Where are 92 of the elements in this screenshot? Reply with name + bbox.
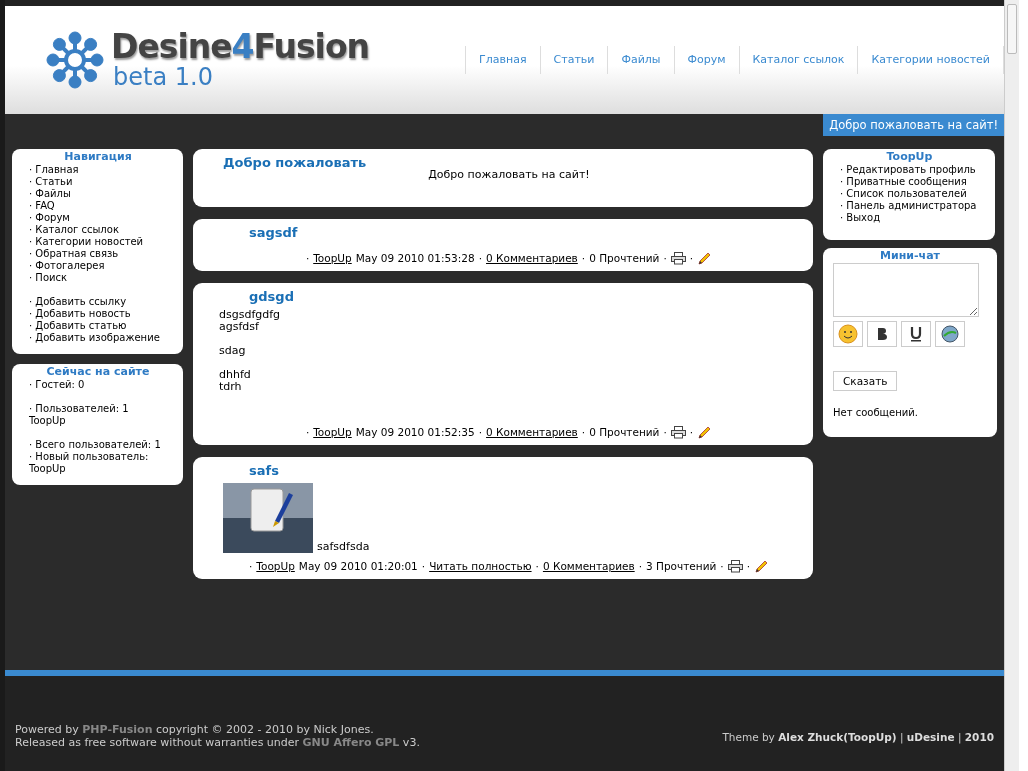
nav-menu-link[interactable]: · Фотогалерея — [29, 260, 167, 272]
separator-dot: · — [478, 252, 483, 264]
panel-title: ToopUp — [885, 151, 934, 163]
separator-dot: · — [249, 560, 253, 572]
submit-button[interactable]: Сказать — [833, 371, 898, 391]
stat-text: · Всего пользователей: 1 — [29, 439, 162, 451]
news-text: dsgsdfgdfg agsfdsf — [219, 309, 282, 333]
news-title[interactable]: gdsgd — [219, 283, 799, 303]
separator-dot: · — [581, 426, 586, 438]
stat-text: · Новый пользователь: ToopUp — [29, 451, 150, 475]
nav-link[interactable]: Статьи — [539, 46, 608, 74]
stat-text: · Гостей: 0 — [29, 379, 86, 391]
scrollbar[interactable] — [1004, 0, 1019, 771]
stat-text: ToopUp — [29, 415, 67, 427]
pencil-icon[interactable] — [697, 251, 713, 265]
nav-menu-link[interactable]: · Форум — [29, 212, 167, 224]
panel-title: Навигация — [63, 151, 133, 163]
user-menu-link[interactable]: · Список пользователей — [840, 188, 979, 200]
meta-text: 3 Прочтений — [646, 560, 717, 572]
panel-title: Мини-чат — [879, 250, 941, 262]
nav-link[interactable]: Форум — [673, 46, 739, 74]
meta-text: May 09 2010 01:53:28 — [355, 252, 475, 264]
nav-menu-link[interactable]: · Файлы — [29, 188, 167, 200]
print-icon[interactable] — [670, 251, 686, 265]
separator-dot: · — [421, 560, 426, 572]
logo-subtitle: beta 1.0 — [113, 64, 214, 90]
user-menu-link[interactable]: · Редактировать профиль — [840, 164, 979, 176]
nav-menu-link[interactable]: · FAQ — [29, 200, 167, 212]
meta-link[interactable]: ToopUp — [313, 252, 352, 264]
separator-dot: · — [689, 252, 694, 264]
separator-dot: · — [663, 252, 667, 264]
meta-link[interactable]: ToopUp — [313, 426, 352, 438]
separator-dot: · — [720, 560, 724, 572]
nav-menu-link[interactable]: · Добавить ссылку — [29, 296, 167, 308]
nav-menu-link[interactable]: · Категории новостей — [29, 236, 167, 248]
meta-link[interactable]: 0 Комментариев — [542, 560, 635, 572]
nav-link[interactable]: Каталог ссылок — [738, 46, 858, 74]
nav-link[interactable]: Файлы — [607, 46, 674, 74]
user-menu-link[interactable]: · Панель администратора — [840, 200, 979, 212]
globe-link-icon — [940, 324, 960, 344]
separator-dot: · — [581, 252, 586, 264]
pencil-icon[interactable] — [754, 559, 769, 573]
meta-text: 0 Прочтений — [589, 252, 660, 264]
smiley-icon — [838, 324, 858, 344]
stat-text: · Пользователей: 1 — [29, 403, 130, 415]
user-menu-link[interactable]: · Выход — [840, 212, 979, 224]
theme-credit-text: Theme by Alex Zhuck(ToopUp) | uDesine | 2010 — [722, 731, 994, 743]
news-text: sdag — [219, 345, 247, 357]
meta-link[interactable]: ToopUp — [256, 560, 295, 572]
print-icon[interactable] — [670, 425, 686, 439]
news-text: dhhfd tdrh — [219, 369, 252, 393]
nav-menu-link[interactable]: · Обратная связь — [29, 248, 167, 260]
toolbar-button[interactable] — [935, 321, 965, 347]
pencil-icon[interactable] — [697, 425, 713, 439]
print-icon[interactable] — [727, 559, 743, 573]
separator-dot: · — [663, 426, 667, 438]
separator-dot: · — [638, 560, 642, 572]
message-field[interactable] — [833, 263, 979, 317]
separator-dot: · — [535, 560, 539, 572]
meta-text: May 09 2010 01:52:35 — [355, 426, 475, 438]
logo-title: Desine4Fusion — [111, 30, 370, 64]
nav-menu-link[interactable]: · Каталог ссылок — [29, 224, 167, 236]
news-text: safsdfsda — [317, 541, 370, 553]
news-title[interactable]: sagsdf — [219, 219, 799, 239]
separator-dot: · — [689, 426, 694, 438]
meta-link[interactable]: 0 Комментариев — [486, 252, 578, 264]
footer-text: Released as free software without warranties under GNU Affero GPL v3. — [15, 736, 420, 749]
welcome-text: Добро пожаловать на сайт! — [427, 169, 591, 181]
toolbar-button[interactable] — [901, 321, 931, 347]
meta-text: May 09 2010 01:20:01 — [298, 560, 418, 572]
meta-text: 0 Прочтений — [589, 426, 660, 438]
nav-menu-link[interactable]: · Добавить новость — [29, 308, 167, 320]
separator-dot: · — [305, 252, 310, 264]
meta-link[interactable]: 0 Комментариев — [486, 426, 578, 438]
snowflake-logo-icon — [45, 30, 105, 90]
meta-link[interactable]: Читать полностью — [429, 560, 532, 572]
panel-title: Сейчас на сайте — [45, 366, 151, 378]
nav-link[interactable]: Главная — [465, 46, 540, 74]
nav-menu-link[interactable]: · Добавить изображение — [29, 332, 167, 344]
nav-menu-link[interactable]: · Статьи — [29, 176, 167, 188]
footer-text: Powered by PHP-Fusion copyright © 2002 - 2010 by Nick Jones. — [15, 723, 375, 736]
panel-title: Добро пожаловать — [222, 154, 368, 169]
separator-dot: · — [746, 560, 750, 572]
user-menu-link[interactable]: · Приватные сообщения — [840, 176, 979, 188]
nav-menu-link[interactable]: · Поиск — [29, 272, 167, 284]
nav-menu-link[interactable]: · Главная — [29, 164, 167, 176]
news-title[interactable]: safs — [219, 457, 799, 477]
separator-dot: · — [305, 426, 310, 438]
empty-message: Нет сообщений. — [833, 407, 919, 419]
toolbar-button[interactable] — [867, 321, 897, 347]
nav-menu-link[interactable]: · Добавить статью — [29, 320, 167, 332]
separator-dot: · — [478, 426, 483, 438]
